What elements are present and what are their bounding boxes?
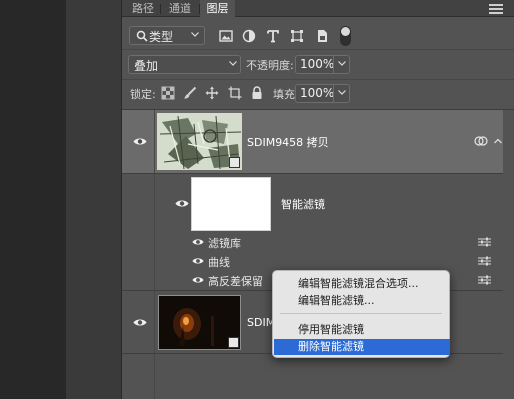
fill-value: 100% xyxy=(300,86,335,100)
eye-icon[interactable] xyxy=(175,199,189,208)
shape-layer-filter-icon[interactable] xyxy=(290,29,304,43)
divider xyxy=(122,173,503,174)
tab-paths[interactable]: 路径 xyxy=(126,0,160,17)
layers-scrollbar[interactable] xyxy=(503,110,514,399)
layer-thumbnail[interactable] xyxy=(157,113,242,170)
eye-icon[interactable] xyxy=(192,257,204,265)
lock-image-pixels-icon[interactable] xyxy=(183,86,197,100)
filter-blending-options-icon[interactable] xyxy=(478,275,491,285)
layer-kind-label: 类型 xyxy=(149,30,174,44)
smart-filter-mask-thumbnail[interactable] xyxy=(191,177,271,231)
smart-object-filter-icon[interactable] xyxy=(315,29,329,43)
adjustment-layer-filter-icon[interactable] xyxy=(242,29,256,43)
layer-thumbnail[interactable] xyxy=(158,295,241,350)
chevron-down-icon[interactable] xyxy=(338,61,346,66)
eye-icon[interactable] xyxy=(192,238,204,246)
divider xyxy=(122,79,514,80)
input-divider xyxy=(333,84,334,103)
smart-filter-link-icon xyxy=(474,136,488,146)
menu-separator xyxy=(280,313,442,314)
opacity-label: 不透明度: xyxy=(246,59,294,72)
filter-item[interactable]: 高反差保留 xyxy=(208,273,263,289)
smart-object-badge-icon xyxy=(228,337,239,348)
lock-label: 锁定: xyxy=(130,88,156,101)
menu-item-disable-smart-filter[interactable]: 停用智能滤镜 xyxy=(274,322,450,338)
filter-toggle-knob xyxy=(341,27,350,36)
collapse-up-icon[interactable] xyxy=(494,138,502,144)
lock-transparent-pixels-icon[interactable] xyxy=(161,86,175,100)
tab-channels[interactable]: 通道 xyxy=(162,0,198,17)
eye-icon[interactable] xyxy=(192,276,204,284)
panel-menu-icon[interactable] xyxy=(489,2,503,14)
tab-divider xyxy=(199,4,200,14)
context-menu: 编辑智能滤镜混合选项... 编辑智能滤镜... 停用智能滤镜 删除智能滤镜 xyxy=(272,270,450,358)
blend-mode-value: 叠加 xyxy=(134,59,159,73)
eye-icon[interactable] xyxy=(133,318,147,327)
menu-item-edit-smart-filter[interactable]: 编辑智能滤镜... xyxy=(274,293,450,309)
eye-icon[interactable] xyxy=(133,137,147,146)
smart-filters-label[interactable]: 智能滤镜 xyxy=(281,196,325,212)
filter-blending-options-icon[interactable] xyxy=(478,256,491,266)
tab-layers[interactable]: 图层 xyxy=(200,0,235,17)
tab-divider xyxy=(160,4,161,14)
chevron-down-icon xyxy=(229,61,237,66)
menu-item-edit-blending-options[interactable]: 编辑智能滤镜混合选项... xyxy=(274,276,450,292)
chevron-down-icon[interactable] xyxy=(338,90,346,95)
menu-item-delete-smart-filter[interactable]: 删除智能滤镜 xyxy=(274,339,450,355)
filter-blending-options-icon[interactable] xyxy=(478,237,491,247)
lock-all-icon[interactable] xyxy=(250,86,264,100)
lock-artboard-icon[interactable] xyxy=(228,86,242,100)
smart-object-badge-icon xyxy=(229,157,240,168)
panel-tab-bar: 路径 通道 图层 xyxy=(122,0,514,17)
pixel-layer-filter-icon[interactable] xyxy=(219,29,233,43)
chevron-down-icon xyxy=(191,32,199,37)
magnifier-icon xyxy=(136,30,148,42)
opacity-value: 100% xyxy=(300,57,335,71)
filter-item[interactable]: 曲线 xyxy=(208,254,230,270)
type-layer-filter-icon[interactable] xyxy=(266,29,280,43)
canvas-area xyxy=(0,0,66,399)
divider xyxy=(122,49,514,50)
input-divider xyxy=(333,55,334,74)
filter-item[interactable]: 滤镜库 xyxy=(208,235,241,251)
layer-name[interactable]: SDIM9458 拷贝 xyxy=(247,134,329,150)
visibility-column-divider xyxy=(154,110,155,399)
panel-dock-strip xyxy=(66,0,122,399)
lock-position-icon[interactable] xyxy=(205,86,219,100)
